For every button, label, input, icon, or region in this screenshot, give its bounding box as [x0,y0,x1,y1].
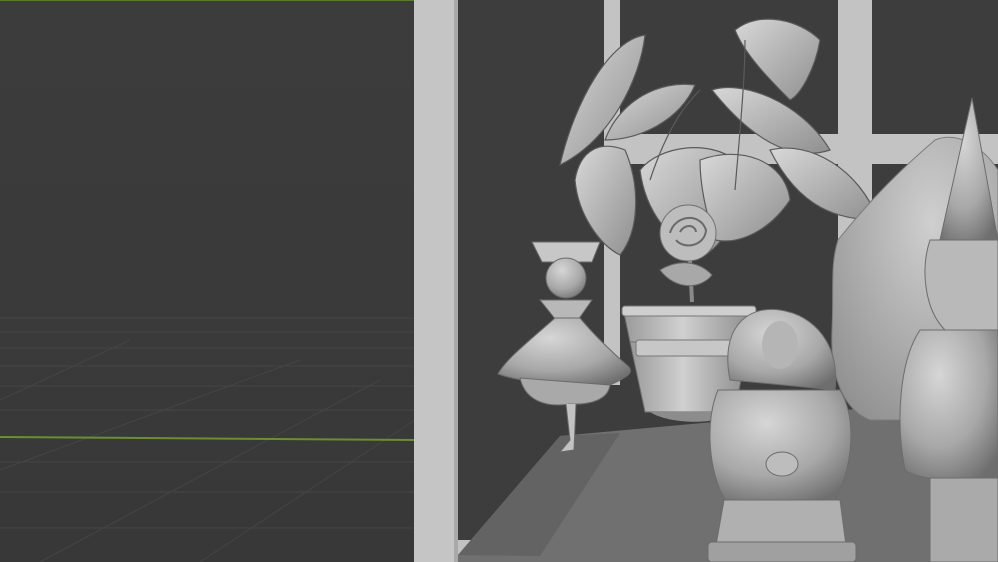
viewport-scene[interactable] [0,0,998,562]
window-left-post [414,0,458,562]
3d-viewport[interactable] [0,0,998,562]
